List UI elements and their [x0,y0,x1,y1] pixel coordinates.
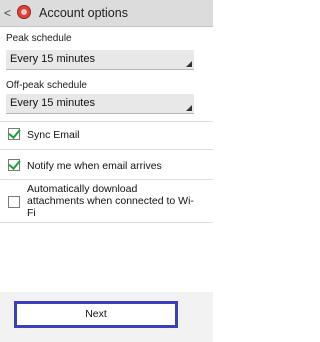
auto-download-label-line: Automatically download [27,183,138,195]
offpeak-schedule-label: Off-peak schedule [6,80,87,91]
peak-schedule-label: Peak schedule [6,33,72,44]
notify-label: Notify me when email arrives [27,160,162,172]
next-button[interactable]: Next [14,301,178,328]
auto-download-label-line: Fi [27,207,36,219]
dropdown-corner-icon [186,105,192,111]
divider [0,222,213,223]
title-bar: < Account options [0,0,213,27]
app-icon[interactable] [17,5,31,19]
auto-download-label: Automatically download attachments when … [27,183,194,219]
divider [0,179,213,180]
auto-download-checkbox[interactable] [8,196,20,208]
sync-email-label: Sync Email [27,129,80,141]
back-chevron-icon[interactable]: < [4,6,11,20]
offpeak-schedule-select[interactable]: Every 15 minutes [6,94,194,114]
notify-checkbox[interactable] [8,159,20,171]
peak-schedule-value: Every 15 minutes [10,53,95,65]
peak-schedule-select[interactable]: Every 15 minutes [6,50,194,70]
page-title: Account options [39,6,128,20]
divider [0,149,213,150]
offpeak-schedule-value: Every 15 minutes [10,97,95,109]
auto-download-label-line: attachments when connected to Wi- [27,195,194,207]
sync-email-checkbox[interactable] [8,128,20,140]
dropdown-corner-icon [186,61,192,67]
divider [0,121,213,122]
